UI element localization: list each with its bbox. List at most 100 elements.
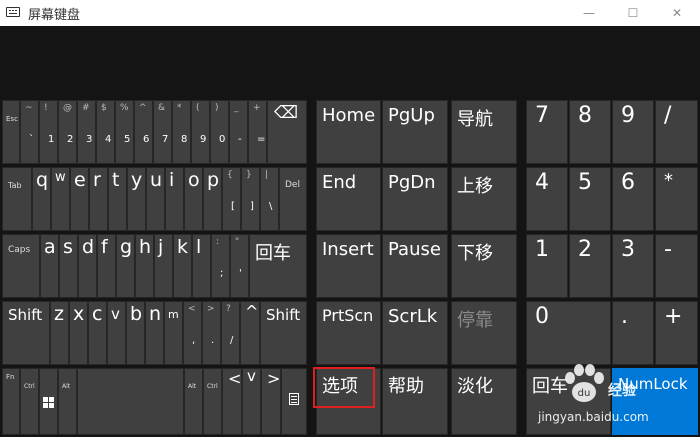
- key-a[interactable]: a: [40, 234, 59, 298]
- key-m[interactable]: m: [164, 301, 183, 365]
- key-down-arrow[interactable]: v: [242, 368, 261, 435]
- key-o[interactable]: o: [184, 167, 203, 231]
- key-tilde[interactable]: ~ `: [20, 100, 39, 164]
- key-fn[interactable]: Fn: [2, 368, 20, 435]
- numpad-3[interactable]: 3: [612, 234, 654, 298]
- key-scrlk[interactable]: ScrLk: [382, 301, 448, 365]
- key-pgdn[interactable]: PgDn: [382, 167, 448, 231]
- key-p[interactable]: p: [203, 167, 222, 231]
- key-pause[interactable]: Pause: [382, 234, 448, 298]
- key-rbracket[interactable]: } ]: [241, 167, 260, 231]
- key-home[interactable]: Home: [316, 100, 381, 164]
- key-l[interactable]: l: [192, 234, 211, 298]
- key-9[interactable]: ( 9: [191, 100, 210, 164]
- key-c[interactable]: c: [88, 301, 107, 365]
- key-caps[interactable]: Caps: [2, 234, 40, 298]
- key-enter[interactable]: 回车: [249, 234, 307, 298]
- key-g[interactable]: g: [116, 234, 135, 298]
- key-alt-right[interactable]: Alt: [184, 368, 203, 435]
- key-lbracket[interactable]: { [: [222, 167, 241, 231]
- key-z[interactable]: z: [50, 301, 69, 365]
- key-ctrl-left[interactable]: Ctrl: [20, 368, 39, 435]
- numpad-divide[interactable]: /: [655, 100, 698, 164]
- key-h[interactable]: h: [135, 234, 154, 298]
- key-pgup[interactable]: PgUp: [382, 100, 448, 164]
- key-minus[interactable]: _ -: [229, 100, 248, 164]
- key-navigate[interactable]: 导航: [451, 100, 517, 164]
- key-quote[interactable]: " ': [230, 234, 249, 298]
- key-d[interactable]: d: [78, 234, 97, 298]
- key-move-up[interactable]: 上移: [451, 167, 517, 231]
- numpad-0[interactable]: 0: [526, 301, 611, 365]
- key-4[interactable]: $ 4: [96, 100, 115, 164]
- key-esc[interactable]: Esc: [2, 100, 20, 164]
- key-right-arrow[interactable]: >: [261, 368, 281, 435]
- numpad-decimal[interactable]: .: [612, 301, 654, 365]
- numpad-4[interactable]: 4: [526, 167, 568, 231]
- key-j[interactable]: j: [154, 234, 173, 298]
- key-left-arrow[interactable]: <: [222, 368, 242, 435]
- key-comma[interactable]: < ,: [183, 301, 202, 365]
- key-y[interactable]: y: [127, 167, 146, 231]
- numpad-9[interactable]: 9: [612, 100, 654, 164]
- key-equal[interactable]: + =: [248, 100, 267, 164]
- key-dock[interactable]: 停靠: [451, 301, 517, 365]
- key-backslash[interactable]: | \: [260, 167, 279, 231]
- key-b[interactable]: b: [126, 301, 145, 365]
- key-s[interactable]: s: [59, 234, 78, 298]
- key-semicolon[interactable]: : ;: [211, 234, 230, 298]
- numpad-8[interactable]: 8: [569, 100, 611, 164]
- key-shift-right[interactable]: Shift: [260, 301, 307, 365]
- close-button[interactable]: ✕: [654, 0, 700, 26]
- numpad-subtract[interactable]: -: [655, 234, 698, 298]
- key-shift-left[interactable]: Shift: [2, 301, 50, 365]
- key-t[interactable]: t: [108, 167, 127, 231]
- key-3[interactable]: # 3: [77, 100, 96, 164]
- key-prtscn[interactable]: PrtScn: [316, 301, 381, 365]
- key-windows[interactable]: [39, 368, 58, 435]
- numpad-multiply[interactable]: *: [655, 167, 698, 231]
- key-alt-left[interactable]: Alt: [58, 368, 77, 435]
- numpad-7[interactable]: 7: [526, 100, 568, 164]
- key-period[interactable]: > .: [202, 301, 221, 365]
- numpad-1[interactable]: 1: [526, 234, 568, 298]
- maximize-button[interactable]: ☐: [610, 0, 656, 26]
- key-insert[interactable]: Insert: [316, 234, 381, 298]
- key-help[interactable]: 帮助: [382, 368, 448, 435]
- key-up-arrow[interactable]: ^: [240, 301, 260, 365]
- key-ctrl-right[interactable]: Ctrl: [203, 368, 222, 435]
- key-numlock[interactable]: NumLock: [612, 368, 698, 435]
- key-e[interactable]: e: [70, 167, 89, 231]
- key-i[interactable]: i: [165, 167, 184, 231]
- key-r[interactable]: r: [89, 167, 108, 231]
- key-end[interactable]: End: [316, 167, 381, 231]
- key-n[interactable]: n: [145, 301, 164, 365]
- numpad-add[interactable]: +: [655, 301, 698, 365]
- key-v[interactable]: v: [107, 301, 126, 365]
- key-0[interactable]: ) 0: [210, 100, 229, 164]
- key-5[interactable]: % 5: [115, 100, 134, 164]
- key-move-down[interactable]: 下移: [451, 234, 517, 298]
- numpad-enter[interactable]: 回车: [526, 368, 611, 435]
- key-tab[interactable]: Tab: [2, 167, 32, 231]
- numpad-6[interactable]: 6: [612, 167, 654, 231]
- key-f[interactable]: f: [97, 234, 116, 298]
- key-u[interactable]: u: [146, 167, 165, 231]
- backspace-key[interactable]: ⌫: [267, 100, 307, 164]
- key-8[interactable]: * 8: [172, 100, 191, 164]
- key-fade[interactable]: 淡化: [451, 368, 517, 435]
- key-q[interactable]: q: [32, 167, 51, 231]
- numpad-2[interactable]: 2: [569, 234, 611, 298]
- key-k[interactable]: k: [173, 234, 192, 298]
- key-slash[interactable]: ? /: [221, 301, 240, 365]
- key-x[interactable]: x: [69, 301, 88, 365]
- key-space[interactable]: [77, 368, 184, 435]
- key-options[interactable]: 选项: [316, 368, 381, 435]
- key-menu[interactable]: [281, 368, 307, 435]
- key-7[interactable]: & 7: [153, 100, 172, 164]
- key-6[interactable]: ^ 6: [134, 100, 153, 164]
- minimize-button[interactable]: —: [566, 0, 612, 26]
- key-del[interactable]: Del: [279, 167, 307, 231]
- numpad-5[interactable]: 5: [569, 167, 611, 231]
- key-w[interactable]: w: [51, 167, 70, 231]
